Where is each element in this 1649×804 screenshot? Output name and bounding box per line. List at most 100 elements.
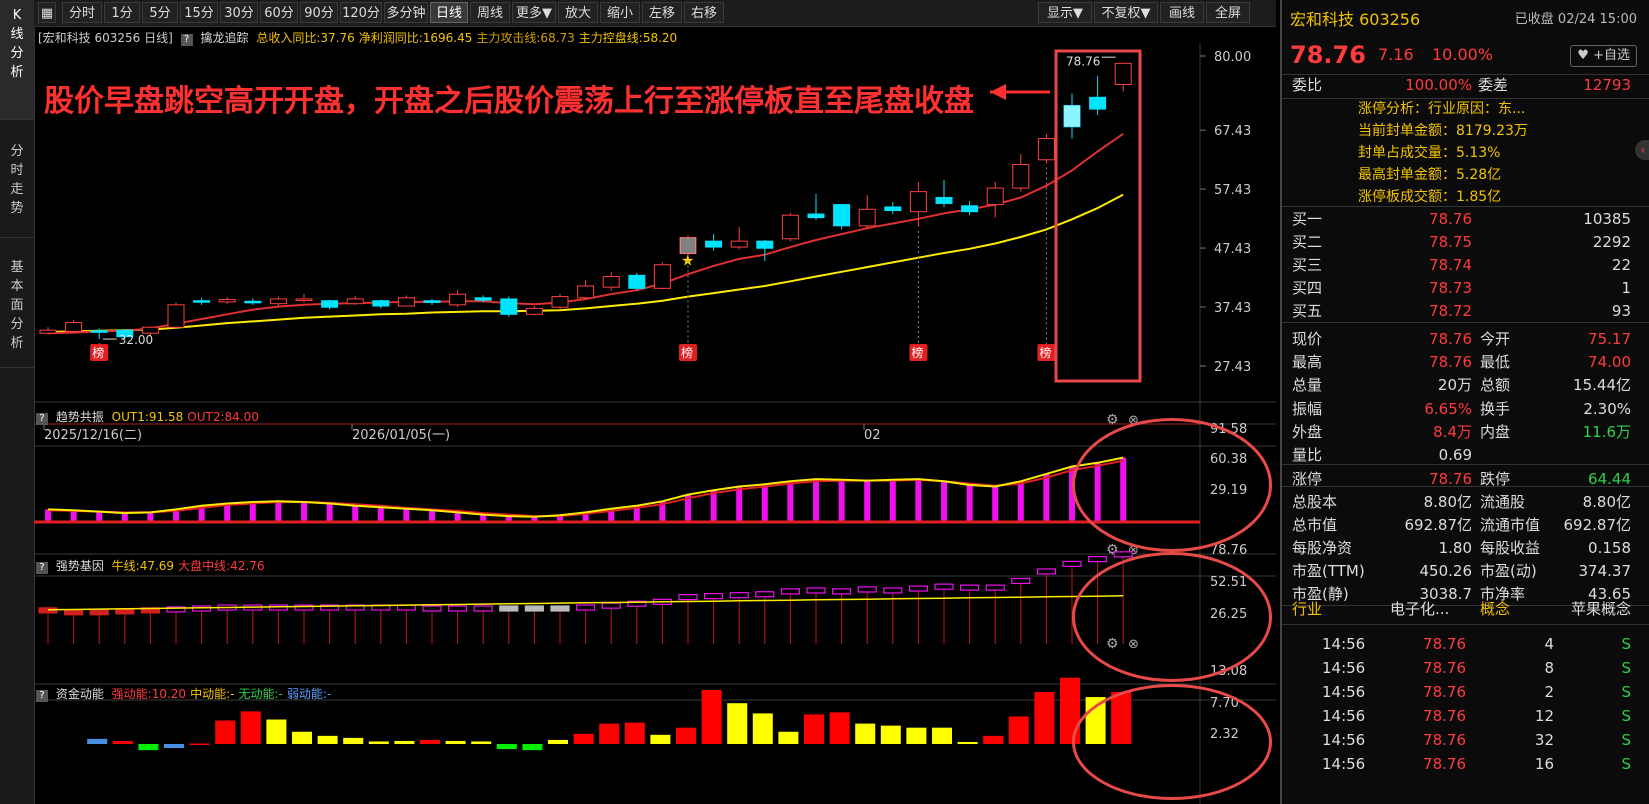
toolbar-button[interactable]: 30分 — [220, 2, 258, 23]
panel3-name[interactable]: 资金动能 — [56, 687, 104, 701]
trend-bar — [710, 490, 717, 522]
candle[interactable] — [295, 294, 313, 303]
candle[interactable] — [705, 234, 723, 251]
candle[interactable] — [218, 297, 236, 304]
candle[interactable] — [781, 212, 799, 242]
candle[interactable] — [1114, 62, 1132, 92]
toolbar-right-button[interactable]: 全屏 — [1206, 2, 1250, 23]
indicator-name[interactable]: 擒龙追踪 — [200, 31, 248, 45]
toolbar-button[interactable]: 1分 — [104, 2, 140, 23]
concept-value[interactable]: 苹果概念 — [1571, 598, 1631, 621]
help-icon[interactable]: ? — [36, 413, 48, 425]
candle[interactable] — [961, 201, 979, 216]
candle[interactable] — [372, 299, 390, 309]
candle[interactable] — [449, 290, 467, 308]
toolbar-button[interactable]: 周线 — [470, 2, 510, 23]
toolbar-button[interactable]: 分时 — [62, 2, 102, 23]
candle[interactable] — [602, 271, 620, 291]
toolbar-button[interactable]: 60分 — [260, 2, 298, 23]
candle[interactable] — [423, 298, 441, 305]
bang-marker[interactable]: 榜 — [90, 344, 109, 361]
candle[interactable] — [397, 295, 415, 307]
bid-row[interactable]: 买五 78.72 93 — [1282, 300, 1649, 323]
stat-row: 总股本 8.80亿 流通股 8.80亿 — [1282, 491, 1649, 514]
candle[interactable] — [193, 297, 211, 305]
help-icon[interactable]: ? — [36, 562, 48, 574]
panel1-name[interactable]: 趋势共振 — [56, 410, 104, 424]
help-icon[interactable]: ? — [36, 690, 48, 702]
toolbar-right-button[interactable]: 显示▼ — [1038, 2, 1092, 23]
stat-value: 374.37 — [1578, 562, 1632, 580]
grid-menu-icon[interactable]: ▦ — [38, 2, 56, 23]
tick-price: 78.76 — [1423, 755, 1466, 773]
bang-marker[interactable]: 榜 — [909, 344, 928, 361]
toolbar-right-button[interactable]: 不复权▼ — [1094, 2, 1158, 23]
watchlist-label: +自选 — [1593, 48, 1630, 63]
candle[interactable] — [321, 299, 339, 310]
toolbar-button[interactable]: 15分 — [180, 2, 218, 23]
candle[interactable] — [500, 296, 518, 317]
gear-icon[interactable]: ⚙ — [1106, 412, 1119, 428]
candle[interactable] — [65, 320, 83, 334]
candle[interactable] — [807, 193, 825, 220]
tab-kline-analysis[interactable]: K线分析 — [0, 0, 34, 120]
limit-info-text: 最高封单金额：5.28亿 — [1358, 167, 1502, 183]
stat-row: 市盈(TTM) 450.26 市盈(动) 374.37 — [1282, 560, 1649, 583]
toolbar-button[interactable]: 日线 — [430, 2, 468, 23]
candle[interactable] — [628, 273, 646, 291]
candle[interactable] — [1037, 133, 1055, 164]
candle[interactable] — [39, 327, 57, 335]
candle[interactable] — [986, 182, 1004, 218]
trend-bar — [275, 501, 282, 522]
indicator-value: 无动能:- — [238, 687, 283, 701]
candle[interactable] — [935, 179, 953, 207]
bang-marker[interactable]: 榜 — [1037, 344, 1056, 361]
panel2-name[interactable]: 强势基因 — [56, 559, 104, 573]
tab-intraday[interactable]: 分时走势 — [0, 120, 34, 238]
money-flow-bar — [1008, 716, 1029, 744]
candle[interactable] — [756, 239, 774, 262]
candle[interactable] — [244, 298, 262, 305]
gene-block — [575, 604, 596, 611]
add-watchlist-button[interactable]: ♥ +自选 — [1570, 45, 1637, 67]
industry-value[interactable]: 电子化... — [1390, 598, 1449, 621]
toolbar-button[interactable]: 多分钟 — [384, 2, 428, 23]
gene-block — [934, 583, 954, 590]
candle[interactable] — [1012, 153, 1030, 192]
toolbar-button[interactable]: 更多▼ — [512, 2, 556, 23]
x-date-label: 02 — [864, 428, 881, 443]
candle[interactable] — [1089, 76, 1107, 115]
toolbar-right-button[interactable]: 画线 — [1160, 2, 1204, 23]
candle[interactable] — [730, 227, 748, 250]
candle[interactable] — [653, 262, 671, 290]
candle[interactable] — [167, 302, 185, 329]
candle[interactable] — [833, 204, 851, 230]
gene-block — [524, 605, 544, 612]
bid-row[interactable]: 买三 78.74 22 — [1282, 254, 1649, 277]
candle[interactable] — [269, 296, 287, 307]
toolbar-button[interactable]: 缩小 — [600, 2, 640, 23]
toolbar-button[interactable]: 放大 — [558, 2, 598, 23]
toolbar-button[interactable]: 120分 — [340, 2, 382, 23]
money-flow-bar — [804, 714, 824, 744]
bid-row[interactable]: 买一 78.76 10385 — [1282, 208, 1649, 231]
bid-row[interactable]: 买二 78.75 2292 — [1282, 231, 1649, 254]
trend-bar — [429, 510, 435, 522]
tick-row: 14:56 78.76 32 S — [1282, 729, 1649, 752]
candle[interactable] — [551, 294, 569, 310]
candle[interactable] — [858, 195, 876, 230]
limit-info-text: 当前封单金额：8179.23万 — [1358, 123, 1528, 139]
candle[interactable] — [884, 202, 902, 215]
toolbar-button[interactable]: 左移 — [642, 2, 682, 23]
bid-row[interactable]: 买四 78.73 1 — [1282, 277, 1649, 300]
collapse-arrow-icon[interactable]: ‹ — [1635, 140, 1649, 160]
bang-marker[interactable]: 榜 — [679, 344, 697, 361]
money-flow-bar — [471, 741, 492, 744]
candle[interactable] — [525, 306, 543, 316]
toolbar-button[interactable]: 右移 — [684, 2, 724, 23]
candle[interactable] — [346, 296, 364, 305]
candle[interactable] — [577, 280, 595, 299]
toolbar-button[interactable]: 5分 — [142, 2, 178, 23]
toolbar-button[interactable]: 90分 — [300, 2, 338, 23]
tab-fundamentals[interactable]: 基本面分析 — [0, 238, 34, 368]
